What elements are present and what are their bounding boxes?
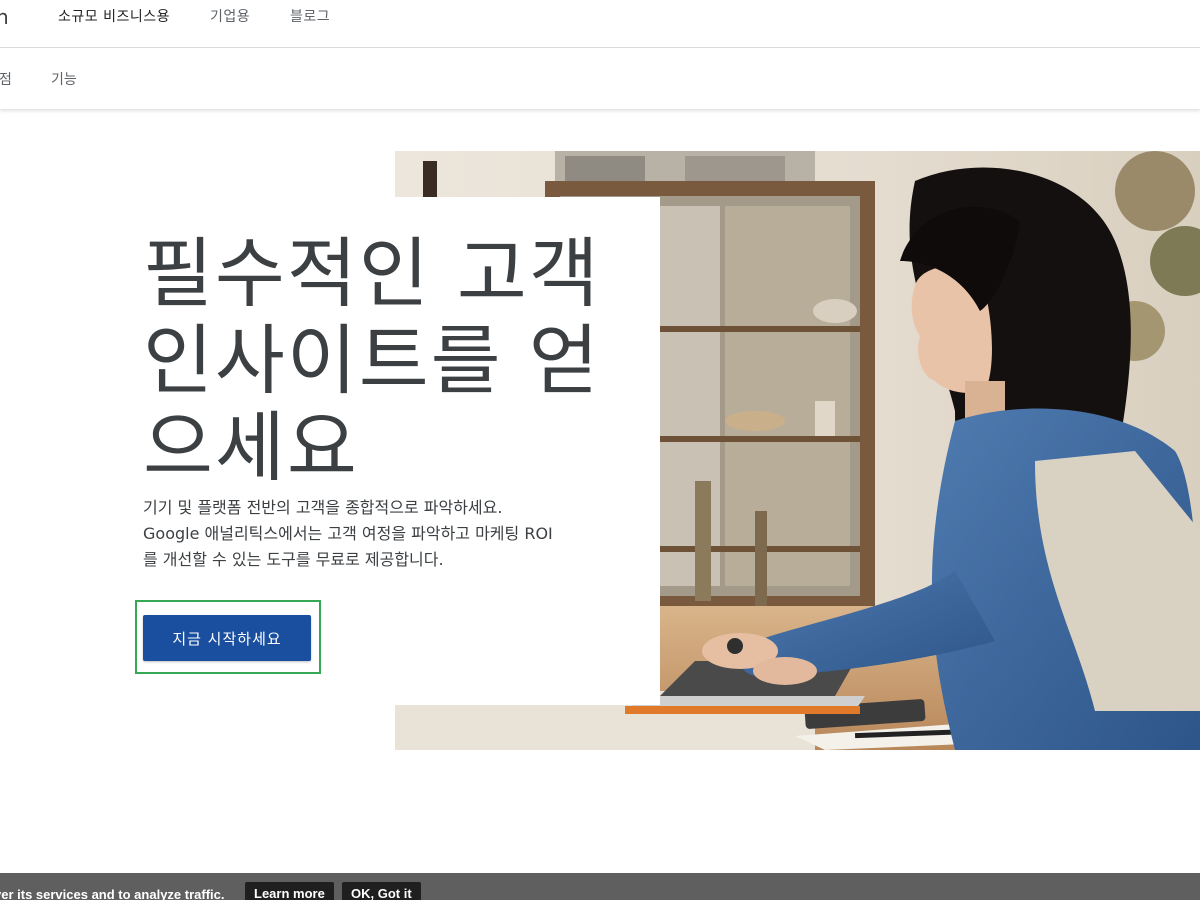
hero-description-line: 기기 및 플랫폼 전반의 고객을 종합적으로 파악하세요. <box>143 498 503 517</box>
top-navigation: n 소규모 비즈니스용 기업용 블로그 <box>0 0 1200 48</box>
cookie-notice-text: ver its services and to analyze traffic. <box>0 887 225 900</box>
cookie-notice-bar: ver its services and to analyze traffic.… <box>0 873 1200 900</box>
subnav-item-features[interactable]: 기능 <box>51 69 77 89</box>
hero-title-line: 인사이트를 얻 <box>143 316 601 405</box>
hero-description: 기기 및 플랫폼 전반의 고객을 종합적으로 파악하세요. Google 애널리… <box>143 495 618 573</box>
nav-enterprise[interactable]: 기업용 <box>210 6 250 26</box>
hero-description-line: Google 애널리틱스에서는 고객 여정을 파악하고 마케팅 ROI <box>143 524 553 543</box>
learn-more-button[interactable]: Learn more <box>245 882 334 900</box>
nav-blog[interactable]: 블로그 <box>290 6 330 26</box>
logo-fragment[interactable]: n <box>0 5 9 29</box>
ok-got-it-button[interactable]: OK, Got it <box>342 882 421 900</box>
hero-title: 필수적인 고객 인사이트를 얻 으세요 <box>143 230 633 491</box>
get-started-button[interactable]: 지금 시작하세요 <box>143 615 311 661</box>
nav-small-business[interactable]: 소규모 비즈니스용 <box>58 6 170 26</box>
hero-title-line: 필수적인 고객 <box>143 229 601 318</box>
subnav-item-cut[interactable]: 점 <box>0 69 12 89</box>
hero-title-line: 으세요 <box>143 403 359 492</box>
sub-navigation: 점 기능 <box>0 48 1200 109</box>
hero-description-line: 를 개선할 수 있는 도구를 무료로 제공합니다. <box>143 550 444 569</box>
